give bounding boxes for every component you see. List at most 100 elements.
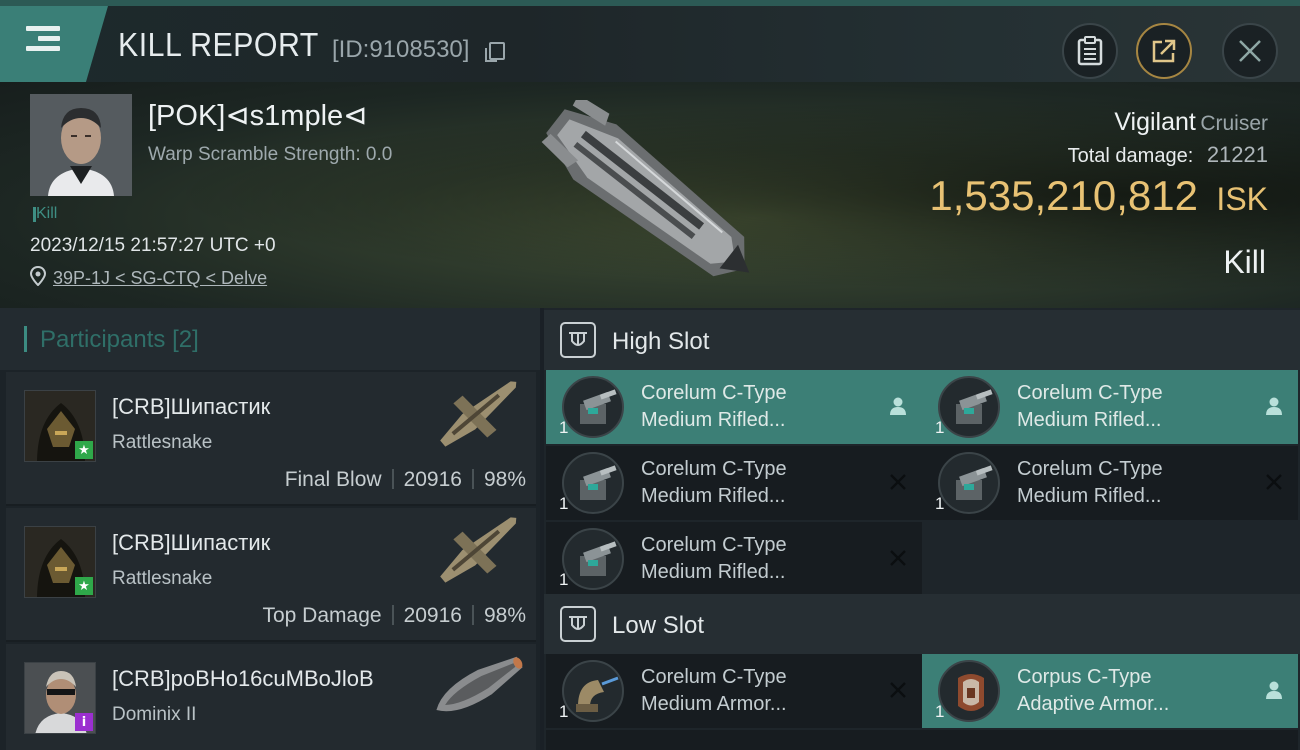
participant-badge: ★ (75, 577, 93, 595)
participant-role: Final Blow (284, 468, 382, 491)
participant-name: [CRB]poBHo16cuMBoJloB (112, 666, 374, 691)
participants-header[interactable]: Participants [2] (0, 308, 540, 370)
slot-item-line2: Medium Rifled... (641, 485, 786, 507)
drop-person-icon (886, 394, 910, 418)
fitting-slot[interactable]: 1 Corelum C-Type Medium Rifled... (922, 446, 1298, 520)
share-icon (1152, 39, 1176, 63)
ship-name[interactable]: Vigilant (1114, 108, 1196, 136)
low-slot-icon (560, 606, 596, 642)
high-slot-header[interactable]: High Slot (544, 310, 1300, 370)
slot-quantity: 1 (559, 702, 569, 721)
fitting-slot[interactable]: 1 Corpus C-Type Adaptive Armor... (922, 654, 1298, 728)
menu-button[interactable] (0, 6, 108, 88)
victim-summary: [POK]⊲s1mple⊲ Warp Scramble Strength: 0.… (0, 82, 1300, 308)
participant-percent: 98% (483, 604, 526, 627)
location-pin-icon (30, 266, 46, 286)
participant-portrait[interactable]: i (24, 662, 96, 734)
slot-item-name: Corelum C-Type Medium Rifled... (641, 456, 787, 510)
slot-item-line1: Corelum C-Type (1017, 458, 1163, 480)
fitting-slot-partial[interactable] (922, 730, 1298, 750)
high-slot-label: High Slot (612, 328, 710, 355)
isk-unit: ISK (1216, 181, 1268, 217)
participant-ship: Rattlesnake (112, 568, 213, 589)
participant-portrait[interactable]: ★ (24, 390, 96, 462)
participants-label: Participants [2] (40, 326, 199, 354)
participant-role: Top Damage (262, 604, 382, 627)
slot-item-line2: Medium Rifled... (641, 409, 786, 431)
fitting-slot-partial[interactable] (546, 730, 922, 750)
slot-item-line1: Corelum C-Type (641, 382, 787, 404)
slot-item-name: Corpus C-Type Adaptive Armor... (1017, 664, 1169, 718)
slot-quantity: 1 (559, 418, 569, 437)
victim-ship-image[interactable] (520, 100, 780, 290)
participant-row[interactable]: ★ [CRB]Шипастик Rattlesnake Top Damage 20… (6, 508, 536, 642)
destroyed-x-icon (886, 678, 910, 702)
fitting-slot[interactable]: 1 Corelum C-Type Medium Rifled... (922, 370, 1298, 444)
participant-ship: Dominix II (112, 704, 197, 725)
page-title: KILL REPORT (118, 26, 319, 63)
participants-panel: Participants [2] ★ [CRB]Шипастик Rattles… (0, 308, 540, 750)
slot-item-line1: Corelum C-Type (1017, 382, 1163, 404)
fitting-slot[interactable]: 1 Corelum C-Type Medium Rifled... (546, 522, 922, 596)
fitting-slot[interactable]: 1 Corelum C-Type Medium Rifled... (546, 446, 922, 520)
slot-icon (562, 528, 624, 590)
high-slot-icon (560, 322, 596, 358)
report-id: [ID:9108530] (332, 36, 470, 63)
warp-scramble-strength: Warp Scramble Strength: 0.0 (148, 144, 393, 165)
kill-timestamp: 2023/12/15 21:57:27 UTC +0 (30, 235, 276, 256)
participant-ship-image (440, 381, 517, 447)
slot-icon (938, 376, 1000, 438)
participant-name: [CRB]Шипастик (112, 394, 271, 419)
slot-item-name: Corelum C-Type Medium Rifled... (1017, 456, 1163, 510)
drop-person-icon (1262, 678, 1286, 702)
total-damage-value: 21221 (1206, 142, 1268, 167)
fitting-panel: High Slot 1 Corelum C-Type Medium Rifled.… (544, 308, 1300, 750)
destroyed-x-icon (1262, 470, 1286, 494)
fitting-slot[interactable]: 1 Corelum C-Type Medium Armor... (546, 654, 922, 728)
participant-percent: 98% (483, 468, 526, 491)
participant-ship: Rattlesnake (112, 432, 213, 453)
destroyed-x-icon (886, 470, 910, 494)
victim-name[interactable]: [POK]⊲s1mple⊲ (148, 98, 367, 133)
participant-badge: ★ (75, 441, 93, 459)
low-slot-label: Low Slot (612, 612, 705, 639)
slot-item-name: Corelum C-Type Medium Rifled... (1017, 380, 1163, 434)
slot-item-line1: Corpus C-Type (1017, 666, 1152, 688)
slot-item-line1: Corelum C-Type (641, 458, 787, 480)
participants-count: [2] (172, 326, 199, 353)
slot-icon (562, 452, 624, 514)
slot-item-line2: Adaptive Armor... (1017, 693, 1170, 715)
header-bar: KILL REPORT [ID:9108530] (0, 0, 1300, 88)
slot-item-line1: Corelum C-Type (641, 534, 787, 556)
participants-accent (24, 326, 27, 352)
portrait-image (30, 94, 132, 196)
slot-icon (562, 660, 624, 722)
participant-row[interactable]: i [CRB]poBHo16cuMBoJloB Dominix II (6, 644, 536, 750)
copy-icon[interactable] (485, 42, 505, 62)
participant-row[interactable]: ★ [CRB]Шипастик Rattlesnake Final Blow 20… (6, 372, 536, 506)
participant-stats: Final Blow 20916 98% (285, 468, 526, 492)
menu-icon-bar (38, 36, 60, 41)
slot-item-line2: Medium Rifled... (641, 561, 786, 583)
slot-icon (938, 452, 1000, 514)
location-link[interactable]: 39P-1J < SG-CTQ < Delve (53, 268, 267, 289)
drop-person-icon (1262, 394, 1286, 418)
low-slot-header[interactable]: Low Slot (544, 594, 1300, 654)
share-button[interactable] (1136, 23, 1192, 79)
fitting-slot[interactable]: 1 Corelum C-Type Medium Rifled... (546, 370, 922, 444)
destroyed-x-icon (886, 546, 910, 570)
slot-item-line2: Medium Armor... (641, 693, 787, 715)
participant-damage: 20916 (403, 468, 462, 491)
close-button[interactable] (1222, 23, 1278, 79)
total-damage-label: Total damage: (1067, 145, 1194, 167)
close-icon (1239, 40, 1261, 62)
participants-title: Participants (40, 326, 166, 353)
clipboard-button[interactable] (1062, 23, 1118, 79)
victim-portrait[interactable] (30, 94, 132, 196)
participant-portrait[interactable]: ★ (24, 526, 96, 598)
slot-item-name: Corelum C-Type Medium Rifled... (641, 532, 787, 586)
clipboard-icon (1077, 36, 1103, 66)
slot-item-name: Corelum C-Type Medium Rifled... (641, 380, 787, 434)
ship-class: Cruiser (1200, 112, 1268, 135)
participant-ship-image (436, 656, 523, 712)
